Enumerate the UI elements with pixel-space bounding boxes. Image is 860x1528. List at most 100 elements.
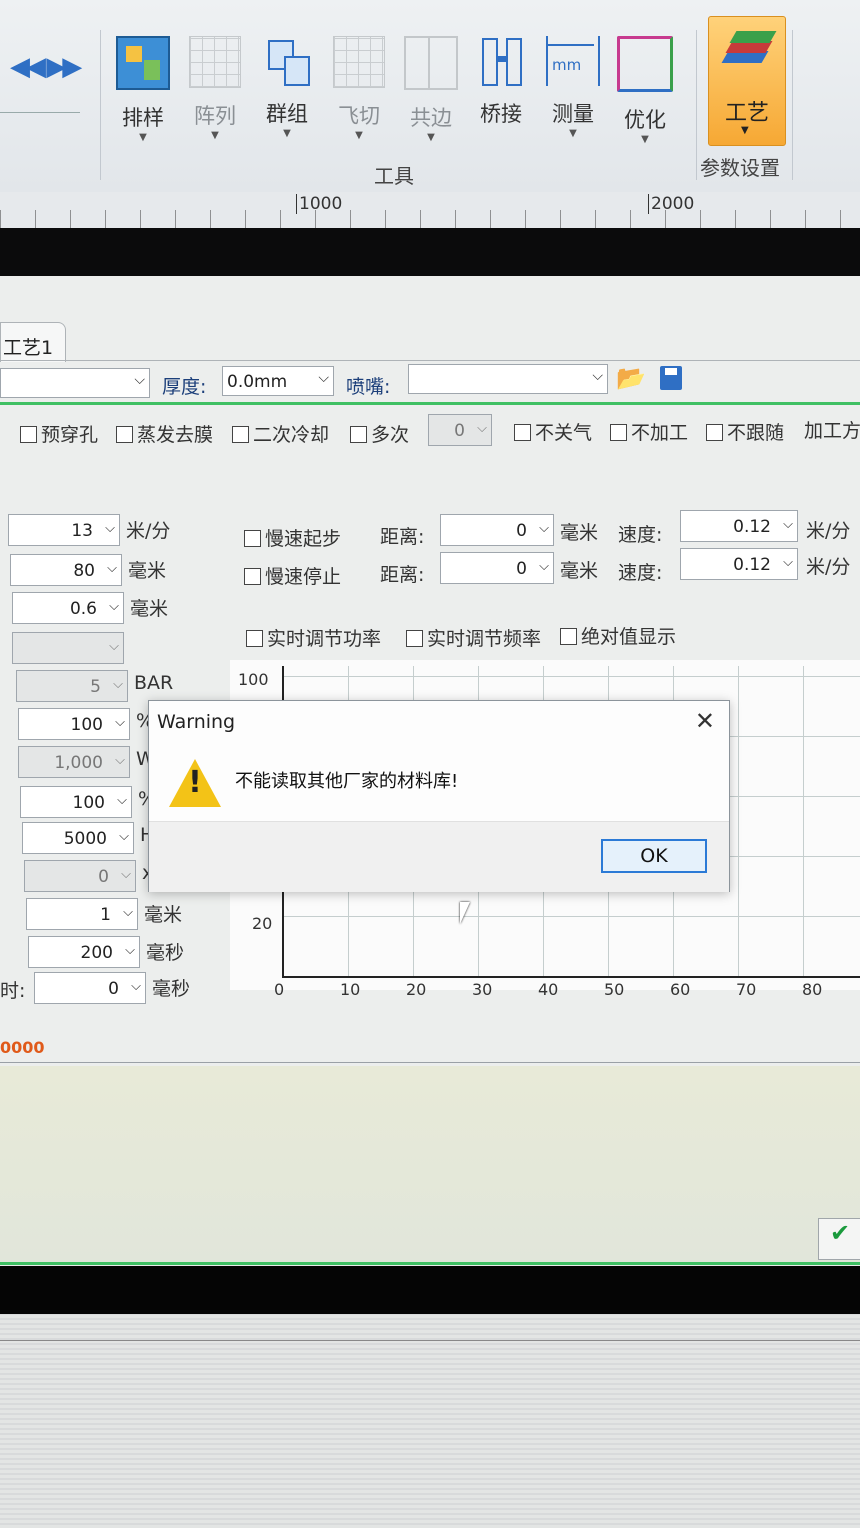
tool-label: 测量 bbox=[552, 102, 594, 126]
checkbox-no-follow[interactable]: 不跟随 bbox=[706, 418, 784, 446]
close-icon[interactable]: ✕ bbox=[695, 707, 715, 735]
chevron-down-icon: ⌵ bbox=[123, 905, 133, 920]
param-select-1[interactable]: 13 ⌵ bbox=[8, 514, 120, 546]
confirm-checkmark-button[interactable]: ✔ bbox=[818, 1218, 860, 1260]
slow-stop-distance-select[interactable]: 0 ⌵ bbox=[440, 552, 554, 584]
nesting-icon bbox=[116, 36, 170, 90]
checkbox-box bbox=[232, 426, 249, 443]
ruler-label: 1000 bbox=[296, 194, 342, 214]
checkbox-second-cooling[interactable]: 二次冷却 bbox=[232, 420, 329, 448]
slow-stop-speed-select[interactable]: 0.12 ⌵ bbox=[680, 548, 798, 580]
tool-fly-cut-button[interactable]: 飞切 ▼ bbox=[324, 30, 394, 150]
checkbox-realtime-power[interactable]: 实时调节功率 bbox=[246, 624, 381, 652]
field-value: 100 bbox=[70, 715, 103, 735]
checkbox-label: 不加工 bbox=[631, 422, 689, 444]
chevron-down-icon: ⌵ bbox=[318, 370, 329, 386]
chevron-down-icon: ⌵ bbox=[119, 829, 129, 844]
tool-nesting-button[interactable]: 排样 ▼ bbox=[108, 30, 178, 150]
optimize-icon bbox=[617, 36, 673, 92]
material-select[interactable]: ⌵ bbox=[0, 368, 150, 398]
param-select-2[interactable]: 80 ⌵ bbox=[10, 554, 122, 586]
ribbon-separator bbox=[100, 30, 101, 180]
param-select-8[interactable]: 100 ⌵ bbox=[20, 786, 132, 818]
dialog-message: 不能读取其他厂家的材料库! bbox=[235, 771, 459, 792]
chevron-down-icon: ⌵ bbox=[115, 715, 125, 730]
group-icon bbox=[262, 36, 312, 86]
checkbox-no-process[interactable]: 不加工 bbox=[610, 418, 688, 446]
chevron-down-icon: ⌵ bbox=[477, 421, 487, 436]
speed-label: 速度: bbox=[618, 524, 663, 546]
chevron-down-icon: ▼ bbox=[355, 130, 363, 141]
accent-divider bbox=[0, 1262, 860, 1265]
tool-array-button[interactable]: 阵列 ▼ bbox=[180, 30, 250, 150]
checkbox-label: 多次 bbox=[371, 424, 410, 446]
tool-measure-button[interactable]: mm 测量 ▼ bbox=[538, 30, 608, 150]
save-icon[interactable] bbox=[660, 366, 682, 390]
accent-divider bbox=[0, 402, 860, 405]
measure-unit: mm bbox=[552, 56, 582, 74]
param-select-9[interactable]: 5000 ⌵ bbox=[22, 822, 134, 854]
chevron-down-icon: ⌵ bbox=[121, 867, 131, 882]
checkbox-pre-pierce[interactable]: 预穿孔 bbox=[20, 420, 98, 448]
measure-icon: mm bbox=[546, 36, 600, 86]
chevron-down-icon: ▼ bbox=[139, 132, 147, 143]
tool-optimize-button[interactable]: 优化 ▼ bbox=[610, 30, 680, 150]
tool-label: 阵列 bbox=[194, 104, 236, 128]
param-select-12[interactable]: 200 ⌵ bbox=[28, 936, 140, 968]
param-select-10[interactable]: 0 ⌵ bbox=[24, 860, 136, 892]
checkbox-no-gas-off[interactable]: 不关气 bbox=[514, 418, 592, 446]
param-select-6[interactable]: 100 ⌵ bbox=[18, 708, 130, 740]
thickness-select[interactable]: 0.0mm ⌵ bbox=[222, 366, 334, 396]
unit-label: 毫米 bbox=[128, 560, 167, 582]
tool-common-edge-button[interactable]: 共边 ▼ bbox=[396, 30, 466, 150]
checkbox-box bbox=[350, 426, 367, 443]
multi-count-select[interactable]: 0 ⌵ bbox=[428, 414, 492, 446]
tab-process-1[interactable]: 工艺1 bbox=[0, 322, 66, 362]
status-number: 0000 bbox=[0, 1038, 45, 1057]
tool-label: 群组 bbox=[266, 102, 308, 126]
checkbox-film-removal[interactable]: 蒸发去膜 bbox=[116, 420, 213, 448]
field-value: 100 bbox=[72, 793, 105, 813]
checkbox-realtime-frequency[interactable]: 实时调节频率 bbox=[406, 624, 541, 652]
checkbox-multiple[interactable]: 多次 bbox=[350, 420, 409, 448]
chevron-down-icon: ⌵ bbox=[783, 517, 793, 532]
chevron-down-icon: ⌵ bbox=[592, 368, 603, 384]
checkbox-slow-start[interactable]: 慢速起步 bbox=[244, 524, 341, 552]
slow-start-speed-select[interactable]: 0.12 ⌵ bbox=[680, 510, 798, 542]
param-select-5[interactable]: 5 ⌵ bbox=[16, 670, 128, 702]
checkbox-absolute-display[interactable]: 绝对值显示 bbox=[560, 622, 676, 650]
checkbox-label: 绝对值显示 bbox=[581, 626, 677, 648]
param-select-7[interactable]: 1,000 ⌵ bbox=[18, 746, 130, 778]
field-value: 13 bbox=[71, 521, 93, 541]
bottom-area bbox=[0, 1314, 860, 1528]
chevron-down-icon: ⌵ bbox=[105, 521, 115, 536]
field-label: 时: bbox=[0, 980, 26, 1002]
open-folder-icon[interactable]: 📂 bbox=[616, 364, 646, 392]
panel-divider bbox=[0, 1062, 860, 1063]
tool-label: 飞切 bbox=[338, 104, 380, 128]
checkbox-label: 实时调节频率 bbox=[427, 628, 542, 650]
tool-bridge-button[interactable]: 桥接 bbox=[466, 30, 536, 150]
craft-button[interactable]: 工艺 ▼ bbox=[708, 16, 786, 146]
x-tick-label: 10 bbox=[340, 980, 361, 999]
param-select-3[interactable]: 0.6 ⌵ bbox=[12, 592, 124, 624]
tool-group-button[interactable]: 群组 ▼ bbox=[252, 30, 322, 150]
multi-count-value: 0 bbox=[454, 421, 465, 441]
mouse-pointer-icon bbox=[460, 902, 470, 924]
param-select-11[interactable]: 1 ⌵ bbox=[26, 898, 138, 930]
ok-button[interactable]: OK bbox=[601, 839, 707, 873]
checkbox-box bbox=[560, 628, 577, 645]
graph-x-axis bbox=[282, 976, 860, 978]
checkbox-slow-stop[interactable]: 慢速停止 bbox=[244, 562, 341, 590]
ribbon-scroll-arrows-icon[interactable]: ◀◀ ▶▶ bbox=[10, 52, 82, 82]
unit-label: 毫秒 bbox=[152, 978, 191, 1000]
slow-start-distance-select[interactable]: 0 ⌵ bbox=[440, 514, 554, 546]
param-select-13[interactable]: 0 ⌵ bbox=[34, 972, 146, 1004]
checkbox-box bbox=[244, 530, 261, 547]
checkbox-label: 不跟随 bbox=[727, 422, 785, 444]
nozzle-select[interactable]: ⌵ bbox=[408, 364, 608, 394]
mini-ruler bbox=[0, 112, 80, 125]
param-select-4[interactable]: ⌵ bbox=[12, 632, 124, 664]
tool-label: 共边 bbox=[410, 106, 452, 130]
chevron-down-icon: ⌵ bbox=[125, 943, 135, 958]
